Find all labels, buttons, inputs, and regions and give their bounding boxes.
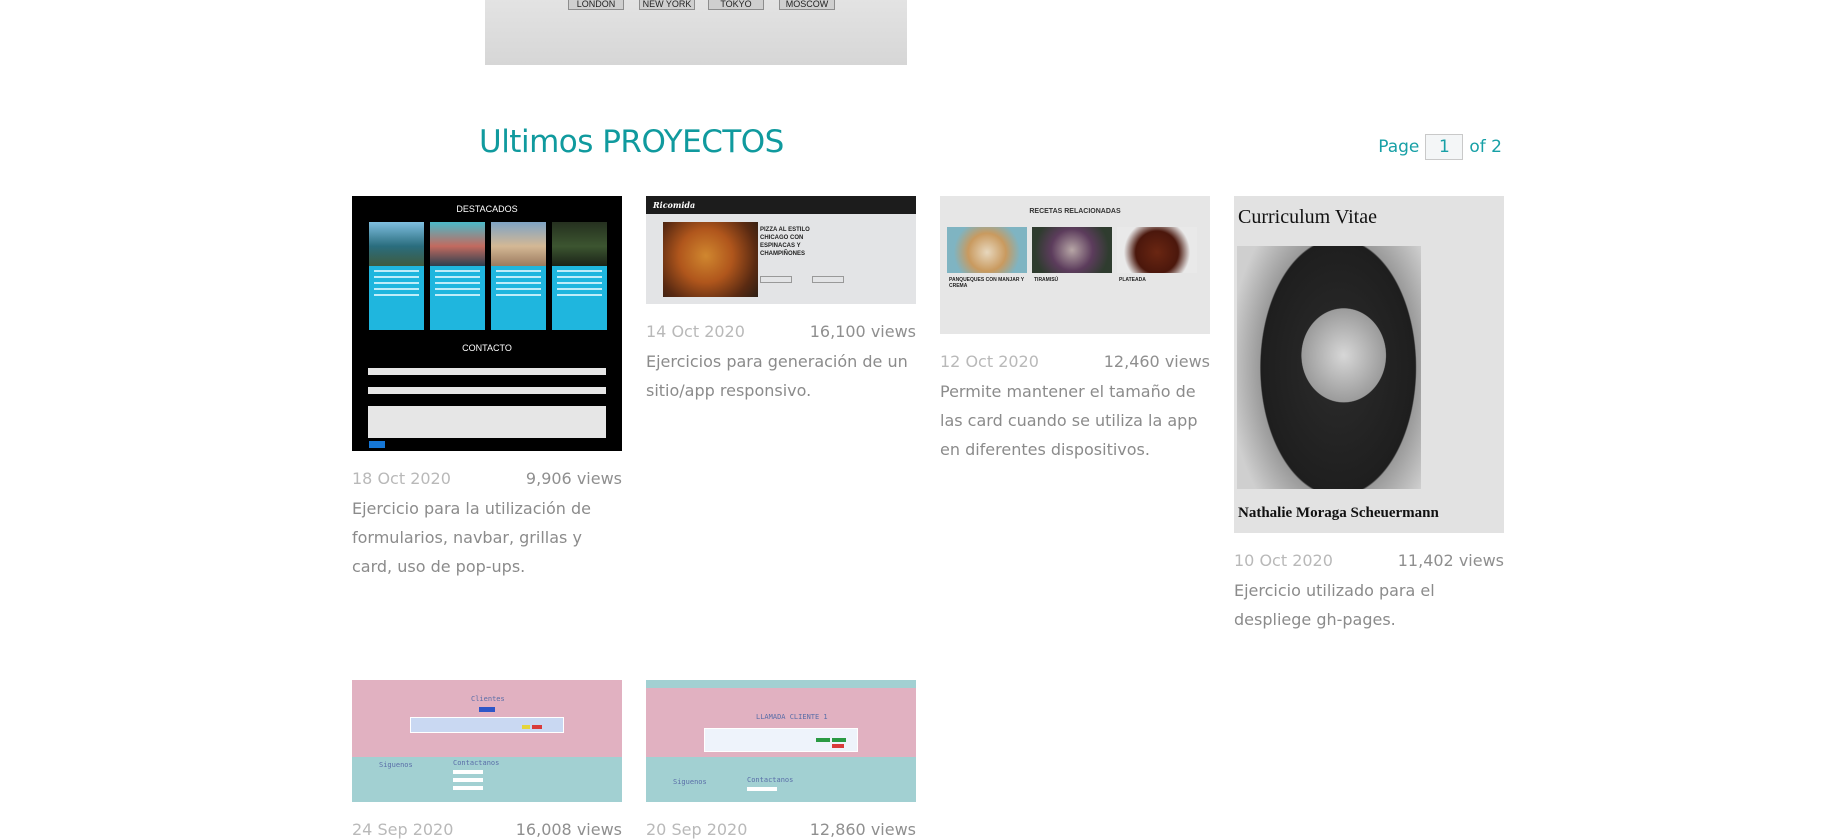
thumb-contact-heading: CONTACTO bbox=[462, 343, 512, 353]
project-date: 18 Oct 2020 bbox=[352, 469, 451, 488]
city-button-moscow: MOSCOW bbox=[779, 0, 835, 10]
project-thumbnail[interactable]: Curriculum Vitae Nathalie Moraga Scheuer… bbox=[1234, 196, 1504, 533]
thumb-title: Clientes bbox=[471, 695, 505, 703]
project-card[interactable]: Clientes Siguenos Contactanos 24 Sep 202… bbox=[352, 680, 622, 839]
project-thumbnail[interactable]: RECETAS RELACIONADAS PANQUEQUES CON MANJ… bbox=[940, 196, 1210, 334]
project-views: 12,460 views bbox=[1103, 352, 1210, 371]
project-date: 10 Oct 2020 bbox=[1234, 551, 1333, 570]
food-image bbox=[1032, 227, 1112, 273]
project-description: Ejercicio para la utilización de formula… bbox=[352, 499, 591, 576]
food-image bbox=[1117, 227, 1197, 273]
thumb-footer-mid: Contactanos bbox=[747, 776, 794, 784]
thumb-item-title: PANQUEQUES CON MANJAR Y CREMA bbox=[949, 277, 1025, 289]
project-description: Ejercicio utilizado para el despliege gh… bbox=[1234, 581, 1435, 629]
project-date: 20 Sep 2020 bbox=[646, 820, 748, 839]
project-card[interactable]: RECETAS RELACIONADAS PANQUEQUES CON MANJ… bbox=[940, 196, 1210, 464]
page-number-input[interactable] bbox=[1425, 134, 1464, 160]
project-description: Permite mantener el tamaño de las card c… bbox=[940, 382, 1198, 459]
thumb-footer-mid: Contactanos bbox=[453, 759, 500, 767]
thumb-brand: Ricomida bbox=[646, 196, 916, 214]
project-thumbnail[interactable]: LLAMADA CLIENTE 1 Siguenos Contactanos bbox=[646, 680, 916, 802]
project-views: 16,008 views bbox=[515, 820, 622, 839]
project-views: 11,402 views bbox=[1397, 551, 1504, 570]
project-card[interactable]: DESTACADOS CONTACTO 18 Oct 2020 9,906 vi… bbox=[352, 196, 622, 581]
project-views: 16,100 views bbox=[809, 322, 916, 341]
pizza-image bbox=[663, 222, 758, 297]
cv-title: Curriculum Vitae bbox=[1238, 206, 1377, 228]
pager-prefix: Page bbox=[1378, 137, 1420, 157]
thumb-card bbox=[430, 222, 485, 330]
thumb-item-title: PLATEADA bbox=[1119, 277, 1146, 283]
project-card[interactable]: Ricomida PIZZA AL ESTILO CHICAGO CON ESP… bbox=[646, 196, 916, 405]
thumb-recipe-title: PIZZA AL ESTILO CHICAGO CON ESPINACAS Y … bbox=[760, 227, 810, 257]
weather-app-screenshot: LONDON NEW YORK TOKYO MOSCOW bbox=[485, 0, 907, 65]
thumb-item-title: TIRAMISÚ bbox=[1034, 277, 1059, 283]
thumb-heading: DESTACADOS bbox=[456, 204, 518, 214]
portrait-photo bbox=[1237, 246, 1421, 489]
food-image bbox=[947, 227, 1027, 273]
section-title: Ultimos PROYECTOS bbox=[479, 124, 784, 160]
thumb-footer-left: Siguenos bbox=[673, 778, 707, 786]
pager-suffix: of 2 bbox=[1469, 137, 1502, 157]
thumb-heading: RECETAS RELACIONADAS bbox=[1029, 208, 1121, 215]
project-date: 24 Sep 2020 bbox=[352, 820, 454, 839]
thumb-title: LLAMADA CLIENTE 1 bbox=[756, 713, 828, 721]
thumb-card bbox=[369, 222, 424, 330]
project-description: Ejercicios para generación de un sitio/a… bbox=[646, 352, 908, 400]
project-views: 12,860 views bbox=[809, 820, 916, 839]
project-thumbnail[interactable]: DESTACADOS CONTACTO bbox=[352, 196, 622, 451]
project-date: 14 Oct 2020 bbox=[646, 322, 745, 341]
project-views: 9,906 views bbox=[525, 469, 622, 488]
pagination: Page of 2 bbox=[1378, 134, 1502, 160]
thumb-card bbox=[491, 222, 546, 330]
thumb-card bbox=[552, 222, 607, 330]
city-button-london: LONDON bbox=[568, 0, 624, 10]
project-card[interactable]: Curriculum Vitae Nathalie Moraga Scheuer… bbox=[1234, 196, 1504, 634]
project-date: 12 Oct 2020 bbox=[940, 352, 1039, 371]
project-card[interactable]: LLAMADA CLIENTE 1 Siguenos Contactanos 2… bbox=[646, 680, 916, 839]
city-button-tokyo: TOKYO bbox=[708, 0, 764, 10]
city-button-new-york: NEW YORK bbox=[639, 0, 695, 10]
project-thumbnail[interactable]: Clientes Siguenos Contactanos bbox=[352, 680, 622, 802]
cv-name: Nathalie Moraga Scheuermann bbox=[1238, 505, 1439, 521]
project-thumbnail[interactable]: Ricomida PIZZA AL ESTILO CHICAGO CON ESP… bbox=[646, 196, 916, 304]
thumb-footer-left: Siguenos bbox=[379, 761, 413, 769]
